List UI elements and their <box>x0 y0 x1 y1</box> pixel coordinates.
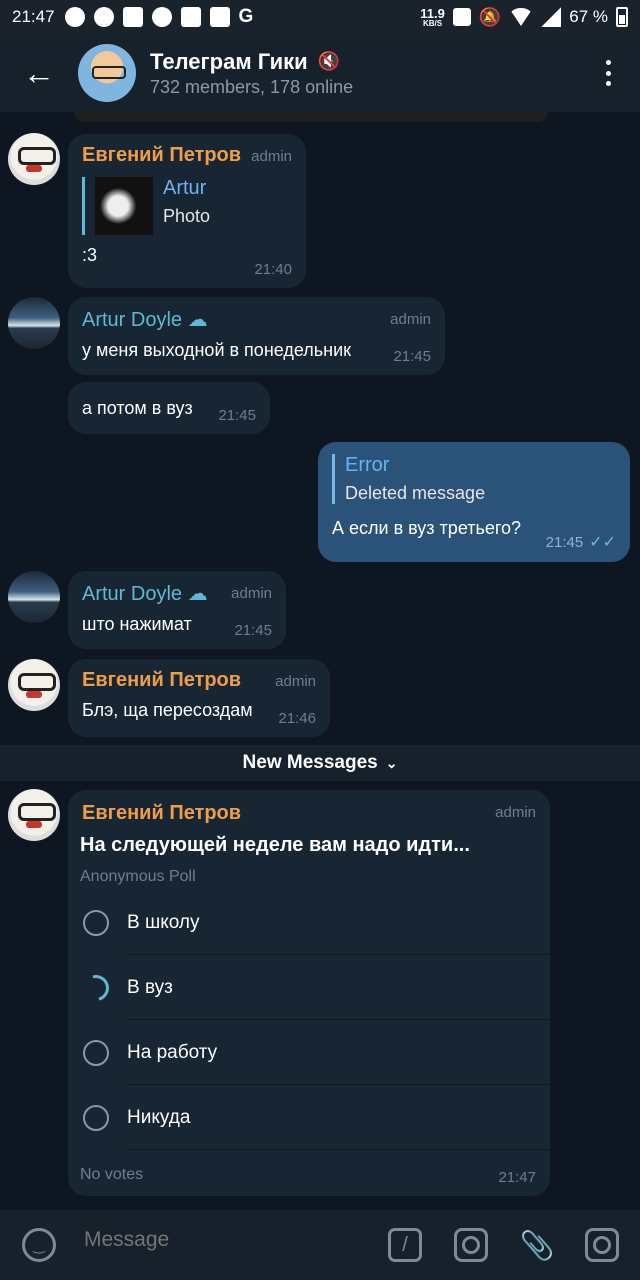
signal-icon <box>541 7 562 27</box>
message-bubble[interactable]: Artur Doyle ☁ admin што нажимат 21:45 <box>68 571 286 649</box>
attach-paperclip-icon[interactable]: 📎 <box>520 1228 555 1262</box>
cloud-icon: ☁ <box>187 309 208 331</box>
poll-type: Anonymous Poll <box>80 868 196 885</box>
poll-option[interactable]: В вуз <box>68 955 550 1020</box>
message-input[interactable] <box>84 1228 364 1252</box>
reply-author: Artur <box>163 177 207 199</box>
chat-header: ← Телеграм Гики 🔇 732 members, 178 onlin… <box>0 34 640 112</box>
sender-name[interactable]: Artur Doyle ☁ <box>82 309 208 331</box>
message-time: 21:45 <box>393 348 431 365</box>
message-text: у меня выходной в понедельник <box>82 340 352 360</box>
group-avatar[interactable] <box>78 44 136 102</box>
poll-option-label: Никуда <box>127 1106 191 1128</box>
message-time: 21:45 ✓✓ <box>546 532 616 552</box>
message-time: 21:45 <box>218 407 256 424</box>
emoji-icon[interactable]: ‿ <box>22 1228 56 1262</box>
notification-icons: G <box>64 6 254 28</box>
reply-preview[interactable]: Error Deleted message <box>332 454 616 504</box>
avatar[interactable] <box>8 571 60 623</box>
poll-votes-count: No votes <box>80 1166 144 1183</box>
reply-author: Error <box>345 454 390 476</box>
admin-badge: admin <box>251 148 292 165</box>
divider <box>126 1149 550 1150</box>
reply-photo-thumbnail <box>95 177 153 235</box>
back-arrow-icon[interactable]: ← <box>0 34 78 112</box>
status-time: 21:47 <box>12 7 55 26</box>
poll-message[interactable]: Евгений Петров admin На следующей неделе… <box>68 790 550 1196</box>
radio-button-icon[interactable] <box>83 1104 109 1131</box>
poll-option-label: В вуз <box>127 976 173 998</box>
gmail-icon <box>180 7 201 27</box>
poll-option[interactable]: Никуда <box>68 1085 550 1150</box>
image-icon <box>209 7 230 27</box>
admin-badge: admin <box>231 585 272 602</box>
sender-name[interactable]: Artur Doyle ☁ <box>82 583 208 605</box>
admin-badge: admin <box>275 673 316 690</box>
sender-name-text: Artur Doyle <box>82 583 183 605</box>
wifi-icon <box>509 8 534 26</box>
avatar[interactable] <box>8 789 60 841</box>
speed-value: 11.9 <box>420 5 445 21</box>
new-messages-divider: New Messages ⌄ <box>0 745 640 781</box>
network-speed: 11.9 KB/S <box>420 7 445 28</box>
admin-badge: admin <box>495 804 536 821</box>
message-time: 21:45 <box>234 622 272 639</box>
poll-option-label: В школу <box>127 911 200 933</box>
nfc-icon <box>452 8 471 26</box>
admin-badge: admin <box>390 311 431 328</box>
sender-name[interactable]: Евгений Петров <box>82 802 241 825</box>
sender-name[interactable]: Евгений Петров <box>82 144 241 166</box>
muted-icon: 🔇 <box>317 51 341 71</box>
outgoing-message-bubble[interactable]: Error Deleted message А если в вуз треть… <box>318 442 630 562</box>
telegram-icon <box>64 7 85 27</box>
cloud-icon: ☁ <box>187 583 208 605</box>
poll-option[interactable]: На работу <box>68 1020 550 1085</box>
poll-question: На следующей неделе вам надо идти... <box>80 834 470 856</box>
chat-title: Телеграм Гики <box>150 48 308 74</box>
message-bubble[interactable]: Евгений Петров admin Блэ, ща пересоздам … <box>68 659 330 737</box>
message-time-text: 21:45 <box>545 534 584 551</box>
bot-command-icon[interactable]: / <box>388 1228 422 1262</box>
radio-button-icon[interactable] <box>83 1039 109 1066</box>
camera-icon[interactable] <box>454 1228 488 1262</box>
instant-camera-icon[interactable] <box>585 1228 619 1262</box>
sender-name-text: Artur Doyle <box>82 309 183 331</box>
message-time: 21:40 <box>254 261 292 278</box>
pinwheel-icon <box>151 7 172 27</box>
more-options-icon[interactable] <box>606 60 612 86</box>
reply-text: Photo <box>163 206 211 226</box>
previous-media-edge <box>74 112 548 122</box>
members-count: 732 members, 178 online <box>150 76 354 97</box>
avatar[interactable] <box>8 133 60 185</box>
radio-button-icon[interactable] <box>83 909 109 936</box>
battery-label: 67 % <box>569 7 608 26</box>
loading-spinner-icon <box>78 969 114 1006</box>
status-bar: 21:47 G 11.9 KB/S 🔕 67 % <box>0 0 640 34</box>
telegram-plane-icon <box>93 7 114 27</box>
sender-name[interactable]: Евгений Петров <box>82 669 241 691</box>
message-time: 21:47 <box>498 1169 536 1186</box>
message-composer: ‿ / 📎 <box>0 1210 640 1280</box>
avatar[interactable] <box>8 659 60 711</box>
message-bubble[interactable]: а потом в вуз 21:45 <box>68 382 270 434</box>
new-messages-label: New Messages <box>242 752 378 773</box>
chat-title-block[interactable]: Телеграм Гики 🔇 732 members, 178 online <box>150 49 353 98</box>
message-bubble[interactable]: Artur Doyle ☁ admin у меня выходной в по… <box>68 297 445 375</box>
read-checkmarks-icon: ✓✓ <box>589 534 616 551</box>
reply-preview[interactable]: Artur Photo <box>82 177 292 235</box>
reply-text: Deleted message <box>345 483 486 503</box>
google-icon: G <box>238 6 254 27</box>
battery-icon <box>616 7 628 27</box>
message-time: 21:46 <box>278 710 316 727</box>
avatar[interactable] <box>8 297 60 349</box>
speed-unit: KB/S <box>422 18 443 28</box>
message-list[interactable]: Евгений Петров admin Artur Photo :3 21:4… <box>0 112 640 1210</box>
chevron-down-icon: ⌄ <box>385 754 398 771</box>
message-bubble[interactable]: Евгений Петров admin Artur Photo :3 21:4… <box>68 134 306 288</box>
poll-option[interactable]: В школу <box>68 890 550 955</box>
youtube-icon <box>122 7 143 27</box>
bell-off-icon: 🔕 <box>478 6 502 27</box>
poll-option-label: На работу <box>127 1041 218 1063</box>
